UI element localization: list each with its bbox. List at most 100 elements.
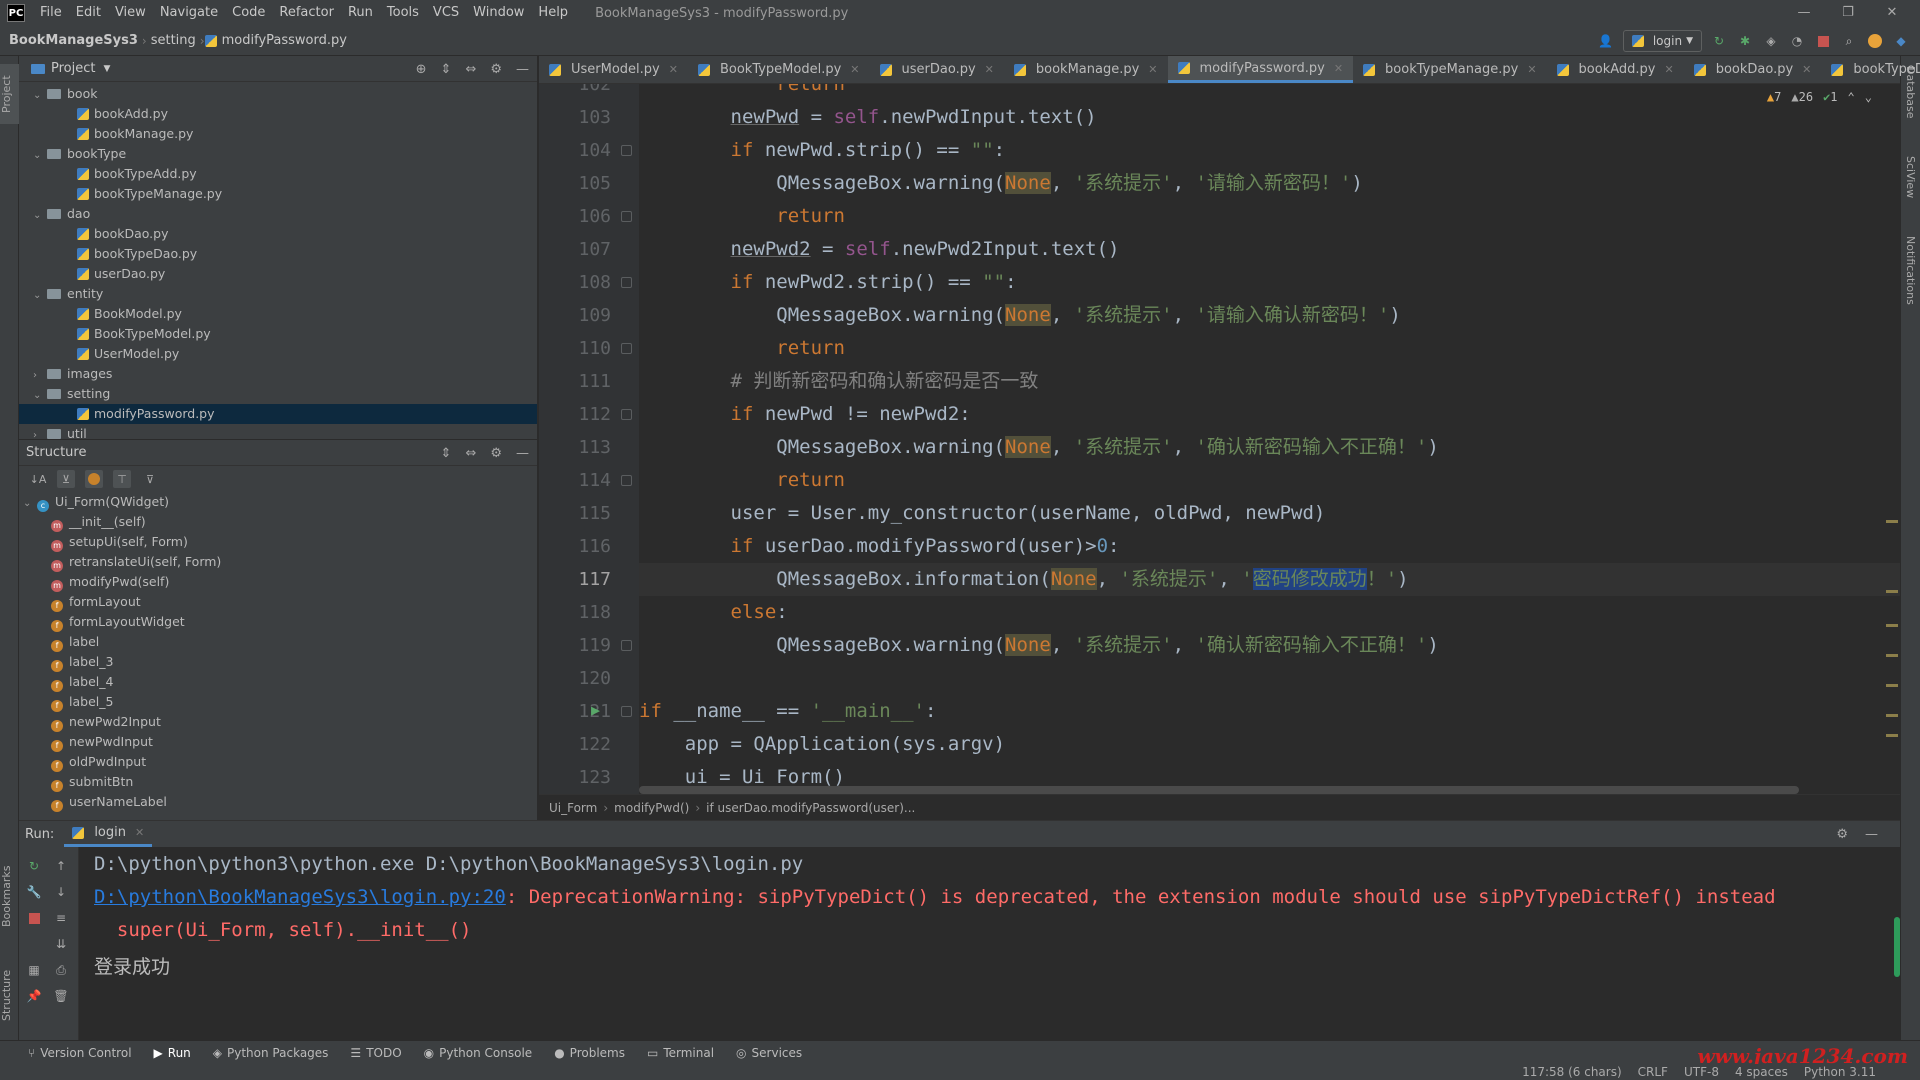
chevron-down-icon[interactable]: ⌄ [33, 146, 47, 166]
code-line[interactable]: newPwd2 = self.newPwd2Input.text() [639, 233, 1900, 266]
expand-all-icon[interactable]: ⇕ [441, 446, 452, 461]
jetbrains-icon[interactable]: ◆ [1892, 32, 1910, 50]
menu-item-window[interactable]: Window [466, 0, 531, 26]
editor-tab[interactable]: bookManage.py ✕ [1004, 56, 1168, 83]
project-tree-item[interactable]: bookAdd.py [19, 104, 537, 124]
code-crumb-class[interactable]: Ui_Form [549, 801, 597, 815]
fold-marker-icon[interactable] [621, 640, 632, 651]
menu-item-tools[interactable]: Tools [380, 0, 426, 26]
scroll-to-end-icon[interactable]: ⇊ [52, 935, 70, 953]
stop-icon[interactable] [1814, 32, 1832, 50]
project-tree-item[interactable]: bookManage.py [19, 124, 537, 144]
code-line[interactable]: QMessageBox.warning(None, '系统提示', '确认新密码… [639, 431, 1900, 464]
code-line[interactable] [639, 662, 1900, 695]
stripe-marker[interactable] [1886, 734, 1898, 737]
rerun-icon[interactable]: ↻ [25, 857, 43, 875]
project-tree-item[interactable]: UserModel.py [19, 344, 537, 364]
menu-item-vcs[interactable]: VCS [426, 0, 466, 26]
editor-tab[interactable]: userDao.py ✕ [870, 56, 1004, 83]
layout-icon[interactable]: ▦ [25, 961, 43, 979]
arrow-up-icon[interactable]: ↑ [52, 857, 70, 875]
run-gutter-icon[interactable]: ▶ [591, 701, 600, 719]
menu-item-edit[interactable]: Edit [69, 0, 108, 26]
chevron-up-icon[interactable]: ⌃ [1848, 90, 1855, 104]
project-tree-item[interactable]: BookModel.py [19, 304, 537, 324]
vertical-scrollbar[interactable] [1894, 917, 1900, 977]
structure-tree-item[interactable]: f newPwd2Input [19, 712, 537, 732]
code-line[interactable]: QMessageBox.information(None, '系统提示', '密… [639, 563, 1900, 596]
gear-icon[interactable]: ⚙ [1836, 827, 1848, 842]
structure-tree-item[interactable]: f label [19, 632, 537, 652]
nav-crumb-folder[interactable]: setting [147, 33, 200, 48]
run-configuration-select[interactable]: login ▼ [1622, 30, 1702, 52]
project-tree-item[interactable]: ⌄ setting [19, 384, 537, 404]
menu-item-navigate[interactable]: Navigate [153, 0, 225, 26]
project-tree-item[interactable]: bookDao.py [19, 224, 537, 244]
structure-tree-item[interactable]: m setupUi(self, Form) [19, 532, 537, 552]
filter-icon[interactable]: ⊽ [141, 470, 159, 488]
project-tree-item[interactable]: ⌄ book [19, 84, 537, 104]
tool-window-todo[interactable]: ☰ TODO [350, 1046, 401, 1060]
structure-tree-item[interactable]: f oldPwdInput [19, 752, 537, 772]
project-tree-item[interactable]: › util [19, 424, 537, 439]
rerun-icon[interactable]: ↻ [1710, 32, 1728, 50]
project-tree-item[interactable]: bookTypeDao.py [19, 244, 537, 264]
chevron-down-icon[interactable]: ⌄ [33, 86, 47, 106]
structure-tree-item[interactable]: f formLayout [19, 592, 537, 612]
code-line[interactable]: user = User.my_constructor(userName, old… [639, 497, 1900, 530]
stripe-marker[interactable] [1886, 590, 1898, 593]
code-line[interactable]: return [639, 464, 1900, 497]
sciview-tool-tab[interactable]: SciView [1904, 156, 1917, 198]
code-editor[interactable]: 102 103 104 105 106 107 108 109 110 111 112 113 114 1… [539, 84, 1900, 794]
gear-icon[interactable]: ⚙ [490, 446, 502, 461]
tool-window-python-console[interactable]: ◉ Python Console [424, 1046, 533, 1060]
code-line[interactable]: QMessageBox.warning(None, '系统提示', '确认新密码… [639, 629, 1900, 662]
editor-tab[interactable]: bookDao.py ✕ [1684, 56, 1822, 83]
trash-icon[interactable]: 🗑 [52, 987, 70, 1005]
menu-item-view[interactable]: View [108, 0, 153, 26]
sort-alphabetically-icon[interactable]: ↓A [29, 470, 47, 488]
update-icon[interactable] [1866, 32, 1884, 50]
editor-tab[interactable]: bookTypeManage.py ✕ [1353, 56, 1546, 83]
tool-window-terminal[interactable]: ▭ Terminal [647, 1046, 714, 1060]
stripe-marker[interactable] [1886, 714, 1898, 717]
inspection-widget[interactable]: ▲7 ▲26 ✔1 ⌃ ⌄ [1767, 90, 1872, 104]
fold-marker-icon[interactable] [621, 145, 632, 156]
chevron-down-icon[interactable]: ⌄ [23, 494, 37, 514]
editor-tab[interactable]: bookTypeDao.py✕ [1821, 56, 1920, 83]
fold-marker-icon[interactable] [621, 409, 632, 420]
stripe-marker[interactable] [1886, 654, 1898, 657]
stop-icon[interactable] [25, 909, 43, 927]
structure-tree-item[interactable]: f label_4 [19, 672, 537, 692]
code-line[interactable]: return [639, 200, 1900, 233]
error-stripe[interactable] [1884, 84, 1900, 794]
fold-marker-icon[interactable] [621, 706, 632, 717]
project-tree-item[interactable]: › images [19, 364, 537, 384]
editor-tab[interactable]: bookAdd.py ✕ [1547, 56, 1684, 83]
status-encoding[interactable]: UTF-8 [1684, 1065, 1719, 1079]
debug-icon[interactable]: ✱ [1736, 32, 1754, 50]
stripe-marker[interactable] [1886, 624, 1898, 627]
expand-all-icon[interactable]: ⇕ [441, 62, 452, 77]
notifications-tool-tab[interactable]: Notifications [1904, 236, 1917, 305]
chevron-down-icon[interactable]: ▼ [103, 64, 110, 74]
code-line[interactable]: QMessageBox.warning(None, '系统提示', '请输入新密… [639, 167, 1900, 200]
hide-icon[interactable]: — [516, 446, 529, 461]
code-line[interactable]: if newPwd2.strip() == "": [639, 266, 1900, 299]
project-tree-item[interactable]: userDao.py [19, 264, 537, 284]
structure-tree-item[interactable]: f userNameLabel [19, 792, 537, 812]
hide-icon[interactable]: — [516, 62, 529, 77]
code-line[interactable]: if userDao.modifyPassword(user)>0: [639, 530, 1900, 563]
menu-item-refactor[interactable]: Refactor [272, 0, 341, 26]
close-icon[interactable]: ✕ [1527, 63, 1536, 76]
nav-crumb-file[interactable]: modifyPassword.py [222, 33, 351, 48]
structure-tree-item[interactable]: f submitBtn [19, 772, 537, 792]
chevron-down-icon[interactable]: ⌄ [33, 206, 47, 226]
code-line[interactable]: if newPwd.strip() == "": [639, 134, 1900, 167]
tool-window-python-packages[interactable]: ◈ Python Packages [213, 1046, 329, 1060]
nav-crumb-project[interactable]: BookManageSys3 [0, 33, 142, 48]
structure-tree-item[interactable]: m modifyPwd(self) [19, 572, 537, 592]
chevron-down-icon[interactable]: ⌄ [33, 386, 47, 406]
collapse-all-icon[interactable]: ⇔ [465, 446, 476, 461]
structure-tool-tab[interactable]: Structure [0, 960, 19, 1030]
